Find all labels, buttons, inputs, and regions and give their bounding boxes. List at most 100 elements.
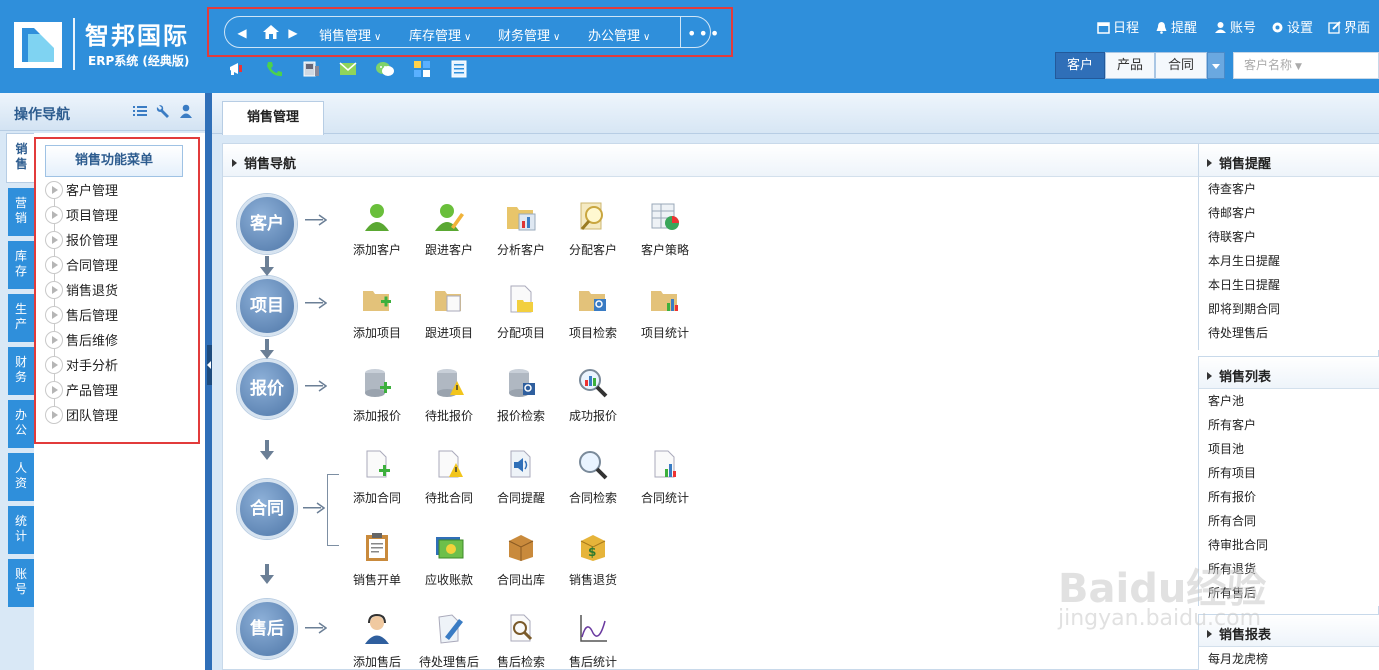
panel-link[interactable]: 项目池 xyxy=(1199,437,1379,461)
func-add-quote[interactable]: 添加报价 xyxy=(341,367,413,437)
func-search-after-sales[interactable]: 售后检索 xyxy=(485,613,557,670)
panel-link[interactable]: 所有报价 xyxy=(1199,485,1379,509)
func-assign-customer[interactable]: 分配客户 xyxy=(557,201,629,271)
func-follow-customer[interactable]: 跟进客户 xyxy=(413,201,485,271)
panel-link[interactable]: 待邮客户 xyxy=(1199,201,1379,225)
person-edit-icon xyxy=(435,204,464,231)
func-contract-stats[interactable]: 合同统计 xyxy=(629,449,701,519)
module-tab-finance[interactable]: 财务 xyxy=(8,347,34,395)
schedule-link[interactable]: 日程 xyxy=(1097,17,1139,36)
panel-link[interactable]: 待处理售后 xyxy=(1199,321,1379,345)
chevron-down-icon: ∨ xyxy=(553,32,561,43)
search-type-contract[interactable]: 合同 xyxy=(1155,52,1207,79)
menu-item-customer[interactable]: 客户管理 xyxy=(45,181,118,201)
nav-menu-inventory[interactable]: 库存管理 ∨ xyxy=(409,25,471,44)
panel-link[interactable]: 即将到期合同 xyxy=(1199,297,1379,321)
menu-item-product[interactable]: 产品管理 xyxy=(45,381,118,401)
menu-item-team[interactable]: 团队管理 xyxy=(45,406,118,426)
func-project-stats[interactable]: 项目统计 xyxy=(629,284,701,354)
menu-item-after-sales[interactable]: 售后管理 xyxy=(45,306,118,326)
watermark-url: jingyan.baidu.com xyxy=(1058,606,1262,631)
phone-icon[interactable] xyxy=(264,60,284,78)
search-input[interactable]: 客户名称 ▼ xyxy=(1233,52,1379,79)
panel-link[interactable]: 待联客户 xyxy=(1199,225,1379,249)
func-pending-after-sales[interactable]: 待处理售后 xyxy=(413,613,485,670)
func-successful-quote[interactable]: 成功报价 xyxy=(557,367,629,437)
panel-link[interactable]: 本月生日提醒 xyxy=(1199,249,1379,273)
settings-link[interactable]: 设置 xyxy=(1271,17,1313,36)
panel-link[interactable]: 本日生日提醒 xyxy=(1199,273,1379,297)
module-tab-statistics[interactable]: 统计 xyxy=(8,506,34,554)
func-sales-return[interactable]: $ 销售退货 xyxy=(557,531,629,601)
more-menu-button[interactable]: ••• xyxy=(687,24,721,43)
nav-menu-sales[interactable]: 销售管理 ∨ xyxy=(319,25,381,44)
func-customer-strategy[interactable]: 客户策略 xyxy=(629,201,701,271)
wechat-icon[interactable] xyxy=(375,60,395,78)
grid-icon[interactable] xyxy=(412,60,432,78)
megaphone-icon[interactable] xyxy=(228,60,248,78)
function-menu-title[interactable]: 销售功能菜单 xyxy=(45,145,183,177)
panel-link[interactable]: 待查客户 xyxy=(1199,177,1379,201)
func-add-project[interactable]: 添加项目 xyxy=(341,284,413,354)
module-tab-office[interactable]: 办公 xyxy=(8,400,34,448)
func-add-customer[interactable]: 添加客户 xyxy=(341,201,413,271)
search-type-customer[interactable]: 客户 xyxy=(1055,52,1105,79)
search-type-dropdown[interactable] xyxy=(1207,52,1225,79)
func-analyze-customer[interactable]: 分析客户 xyxy=(485,201,557,271)
func-receivables[interactable]: 应收账款 xyxy=(413,531,485,601)
panel-link[interactable]: 所有客户 xyxy=(1199,413,1379,437)
menu-item-project[interactable]: 项目管理 xyxy=(45,206,118,226)
func-add-after-sales[interactable]: 添加售后 xyxy=(341,613,413,670)
func-after-sales-stats[interactable]: 售后统计 xyxy=(557,613,629,670)
panel-link[interactable]: 所有项目 xyxy=(1199,461,1379,485)
module-tab-account[interactable]: 账号 xyxy=(8,559,34,607)
account-link[interactable]: 账号 xyxy=(1214,17,1256,36)
home-icon[interactable] xyxy=(262,24,280,40)
func-search-contract[interactable]: 合同检索 xyxy=(557,449,629,519)
nav-menu-finance[interactable]: 财务管理 ∨ xyxy=(498,25,560,44)
func-contract-outbound[interactable]: 合同出库 xyxy=(485,531,557,601)
module-tab-inventory[interactable]: 库存 xyxy=(8,241,34,289)
func-add-contract[interactable]: 添加合同 xyxy=(341,449,413,519)
module-tab-hr[interactable]: 人资 xyxy=(8,453,34,501)
panel-link[interactable]: 每月龙虎榜 xyxy=(1199,647,1379,670)
nav-back-icon[interactable]: ◀ xyxy=(235,25,249,41)
func-pending-quote[interactable]: 待批报价 xyxy=(413,367,485,437)
menu-item-repair[interactable]: 售后维修 xyxy=(45,331,118,351)
fax-icon[interactable] xyxy=(301,60,321,78)
stage-contract: 合同 xyxy=(237,479,297,539)
left-panel: 操作导航 销售 营销 库存 生产 财务 办公 人资 统计 账号 销售功能菜单 客… xyxy=(0,93,207,670)
func-search-project[interactable]: 项目检索 xyxy=(557,284,629,354)
panel-link[interactable]: 客户池 xyxy=(1199,389,1379,413)
wrench-icon[interactable] xyxy=(156,104,170,118)
user-icon[interactable] xyxy=(179,104,193,118)
func-label: 项目统计 xyxy=(640,326,689,340)
module-tab-marketing[interactable]: 营销 xyxy=(8,188,34,236)
func-assign-project[interactable]: 分配项目 xyxy=(485,284,557,354)
func-follow-project[interactable]: 跟进项目 xyxy=(413,284,485,354)
panel-link[interactable]: 所有合同 xyxy=(1199,509,1379,533)
tab-sales-management[interactable]: 销售管理 xyxy=(222,101,324,135)
list-icon[interactable] xyxy=(133,104,147,118)
search-type-product[interactable]: 产品 xyxy=(1105,52,1155,79)
module-tab-sales[interactable]: 销售 xyxy=(6,133,36,183)
menu-item-return[interactable]: 销售退货 xyxy=(45,281,118,301)
nav-forward-icon[interactable]: ▶ xyxy=(286,25,300,41)
account-label: 账号 xyxy=(1230,21,1257,36)
func-pending-contract[interactable]: 待批合同 xyxy=(413,449,485,519)
tab-char: 账 xyxy=(14,567,27,581)
mail-icon[interactable] xyxy=(338,60,358,78)
notes-icon[interactable] xyxy=(449,60,469,78)
menu-item-competitor[interactable]: 对手分析 xyxy=(45,356,118,376)
nav-menu-office[interactable]: 办公管理 ∨ xyxy=(588,25,650,44)
menu-item-contract[interactable]: 合同管理 xyxy=(45,256,118,276)
func-contract-reminder[interactable]: 合同提醒 xyxy=(485,449,557,519)
func-search-quote[interactable]: 报价检索 xyxy=(485,367,557,437)
reminder-link[interactable]: 提醒 xyxy=(1155,17,1197,36)
panel-link[interactable]: 待审批合同 xyxy=(1199,533,1379,557)
func-sales-order[interactable]: 销售开单 xyxy=(341,531,413,601)
menu-item-quote[interactable]: 报价管理 xyxy=(45,231,118,251)
table-pie-icon xyxy=(651,203,679,230)
interface-link[interactable]: 界面 xyxy=(1328,17,1370,36)
module-tab-production[interactable]: 生产 xyxy=(8,294,34,342)
